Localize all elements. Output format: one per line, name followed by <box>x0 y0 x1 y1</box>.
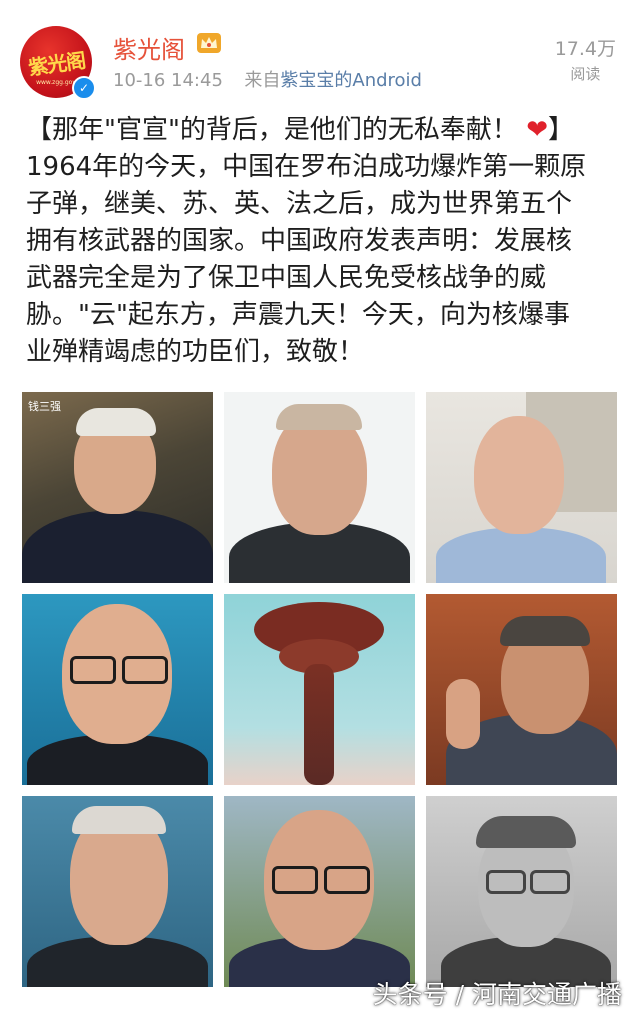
photo-grid: 钱三强 <box>22 392 618 987</box>
crown-icon <box>197 33 221 53</box>
heart-icon: ❤ <box>526 115 548 145</box>
avatar-logo-url: www.zgg.gov <box>36 79 76 86</box>
post-meta: 10-16 14:45 来自紫宝宝的Android <box>113 66 422 92</box>
photo-5[interactable] <box>224 594 415 785</box>
photo-1[interactable]: 钱三强 <box>22 392 213 583</box>
verified-badge-icon: ✓ <box>72 76 96 100</box>
views-counter: 17.4万 阅读 <box>555 34 616 84</box>
post-line-7: 业殚精竭虑的功臣们，致敬！ <box>26 337 365 367</box>
post-line-1-end: 】 <box>547 115 574 145</box>
post-line-2: 1964年的今天，中国在罗布泊成功爆炸第一颗原 <box>26 152 587 182</box>
post-line-4: 拥有核武器的国家。中国政府发表声明：发展核 <box>26 226 573 256</box>
views-count: 17.4万 <box>554 38 616 60</box>
avatar-logo: 紫光阁 <box>26 47 87 80</box>
post-line-1: 【那年"官宣"的背后，是他们的无私奉献！ ❤】 <box>26 112 618 149</box>
weibo-post: 紫光阁 www.zgg.gov ✓ 紫光阁 10-16 14:45 来自紫宝宝的… <box>0 0 640 1015</box>
views-label: 阅读 <box>570 65 601 83</box>
source-client-link[interactable]: 紫宝宝的Android <box>280 70 422 91</box>
photo-2[interactable] <box>224 392 415 583</box>
post-line-6: 胁。"云"起东方，声震九天！今天，向为核爆事 <box>26 300 570 330</box>
username[interactable]: 紫光阁 <box>113 30 185 65</box>
post-line-3: 子弹，继美、苏、英、法之后，成为世界第五个 <box>26 189 573 219</box>
photo-9[interactable] <box>426 796 617 987</box>
post-timestamp: 10-16 14:45 <box>113 70 223 91</box>
post-text: 【那年"官宣"的背后，是他们的无私奉献！ ❤】 1964年的今天，中国在罗布泊成… <box>26 112 618 371</box>
post-line-5: 武器完全是为了保卫中国人民免受核战争的威 <box>26 263 547 293</box>
photo-4[interactable] <box>22 594 213 785</box>
photo-3[interactable] <box>426 392 617 583</box>
source-prefix: 来自 <box>244 70 281 91</box>
post-line-1-text: 【那年"官宣"的背后，是他们的无私奉献！ <box>26 115 518 145</box>
watermark: 头条号 / 河南交通广播 <box>372 980 622 1009</box>
photo-7[interactable] <box>22 796 213 987</box>
photo-8[interactable] <box>224 796 415 987</box>
photo-6[interactable] <box>426 594 617 785</box>
photo-caption: 钱三强 <box>28 400 61 413</box>
